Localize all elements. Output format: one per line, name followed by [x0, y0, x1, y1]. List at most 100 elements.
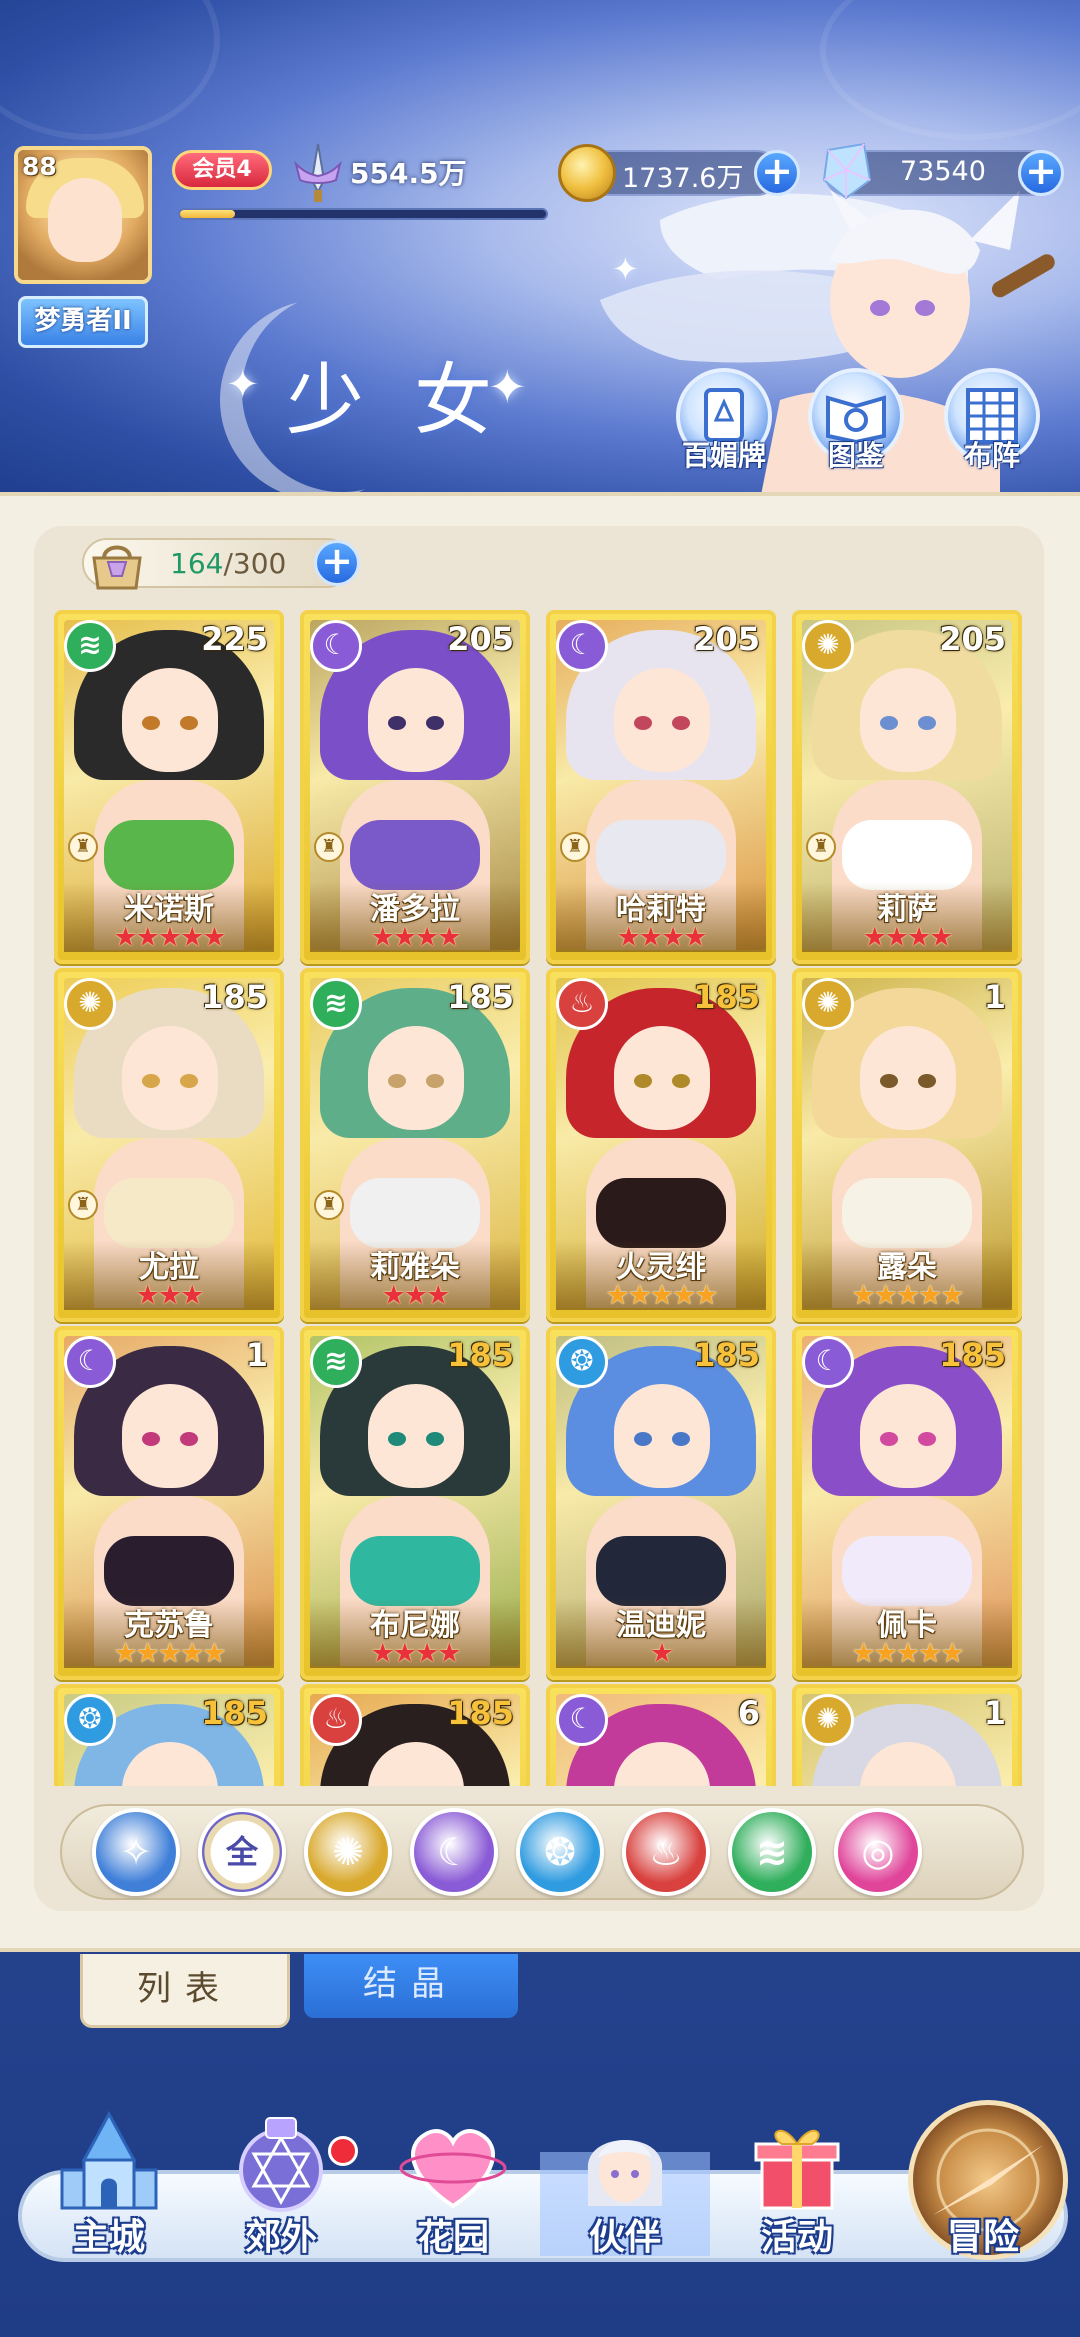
nav-main-city[interactable]: 主城 — [24, 2110, 194, 2260]
portrait-outfit — [104, 1536, 234, 1606]
nav-partners[interactable]: 伙伴 — [540, 2110, 710, 2260]
star-icon: ★ — [113, 1638, 137, 1669]
partner-card[interactable]: ❂ 185 温迪妮 ★ — [546, 1326, 776, 1680]
portrait-face — [614, 668, 710, 772]
power-progress-fill — [180, 210, 235, 218]
gem-amount: 73540 — [900, 156, 986, 187]
star-icon: ★ — [403, 1280, 428, 1311]
star-icon: ★ — [157, 1280, 182, 1311]
star-icon: ★ — [661, 922, 685, 953]
partner-level: 185 — [447, 1336, 514, 1374]
expand-capacity-button[interactable]: + — [314, 540, 360, 586]
star-rating: ★★★★ — [304, 1638, 526, 1669]
partner-card[interactable]: ☾ 6 — [546, 1684, 776, 1786]
partner-card[interactable]: ✺ 1 露朵 ★★★★★ — [792, 968, 1022, 1322]
partner-card[interactable]: ≋ 225 ♜ 米诺斯 ★★★★★ — [54, 610, 284, 964]
partner-card[interactable]: ≋ 185 ♜ 莉雅朵 ★★★ — [300, 968, 530, 1322]
heart-garden-icon — [399, 2129, 507, 2209]
partner-card[interactable]: ♨ 185 — [300, 1684, 530, 1786]
sparkle-icon: ✦ — [612, 250, 639, 288]
filter-all-button[interactable]: 全 — [198, 1808, 286, 1896]
player-level: 88 — [22, 152, 57, 181]
nav-garden[interactable]: 花园 — [368, 2110, 538, 2260]
star-icon: ★ — [370, 922, 395, 953]
star-icon: ★ — [918, 1280, 942, 1311]
partner-card[interactable]: ♨ 185 火灵绯 ★★★★★ — [546, 968, 776, 1322]
portrait-eye — [142, 716, 160, 730]
filter-sun-button[interactable]: ✺ — [304, 1808, 392, 1896]
sun-element-icon: ✺ — [64, 978, 116, 1030]
star-icon: ★ — [437, 922, 461, 953]
star-icon: ★ — [180, 1280, 204, 1311]
portrait-outfit — [842, 1536, 972, 1606]
avatar-face — [48, 178, 122, 262]
portrait-eye — [388, 1432, 406, 1446]
star-icon: ★ — [940, 1638, 964, 1669]
partner-card[interactable]: ❂ 185 — [54, 1684, 284, 1786]
partner-card[interactable]: ✺ 205 ♜ 莉萨 ★★★★ — [792, 610, 1022, 964]
star-icon: ★ — [873, 1280, 898, 1311]
filter-moon-button[interactable]: ☾ — [410, 1808, 498, 1896]
star-icon: ★ — [202, 1638, 226, 1669]
portrait-outfit — [596, 1178, 726, 1248]
partner-card[interactable]: ☾ 185 佩卡 ★★★★★ — [792, 1326, 1022, 1680]
portrait-outfit — [842, 1178, 972, 1248]
filter-special-button[interactable]: ◎ — [834, 1808, 922, 1896]
star-icon: ★ — [113, 922, 137, 953]
collapse-chevron-icon: ✧ — [120, 1830, 152, 1874]
filter-wind-button[interactable]: ≋ — [728, 1808, 816, 1896]
partner-card[interactable]: ≋ 185 布尼娜 ★★★★ — [300, 1326, 530, 1680]
tab-crystal[interactable]: 结晶 — [304, 1954, 518, 2018]
filter-fire-button[interactable]: ♨ — [622, 1808, 710, 1896]
locked-icon: ♜ — [314, 832, 344, 862]
filter-water-button[interactable]: ❂ — [516, 1808, 604, 1896]
portrait-outfit — [350, 1536, 480, 1606]
portrait-eye — [388, 716, 406, 730]
partner-card[interactable]: ☾ 205 ♜ 潘多拉 ★★★★ — [300, 610, 530, 964]
partner-portrait-icon — [587, 2140, 663, 2206]
moon-element-icon: ☾ — [64, 1336, 116, 1388]
portrait-outfit — [596, 1536, 726, 1606]
partner-level: 225 — [201, 620, 268, 658]
water-element-icon: ❂ — [64, 1694, 116, 1746]
partner-level: 185 — [201, 978, 268, 1016]
star-icon: ★ — [392, 1638, 417, 1669]
star-icon: ★ — [895, 1280, 920, 1311]
add-gold-button[interactable]: + — [754, 150, 800, 196]
tab-list[interactable]: 列表 — [80, 1954, 290, 2028]
star-rating: ★★★★ — [796, 922, 1018, 953]
portrait-eye — [634, 716, 652, 730]
star-icon: ★ — [426, 1280, 450, 1311]
nav-events[interactable]: 活动 — [712, 2110, 882, 2260]
star-icon: ★ — [862, 922, 887, 953]
partner-card[interactable]: ☾ 205 ♜ 哈莉特 ★★★★ — [546, 610, 776, 964]
magic-circle-icon — [239, 2117, 323, 2212]
special-element-icon: ◎ — [861, 1830, 895, 1874]
player-nickname[interactable]: 梦勇者II — [18, 296, 148, 348]
partner-card[interactable]: ✺ 1 — [792, 1684, 1022, 1786]
vip-badge[interactable]: 会员4 — [172, 150, 272, 190]
portrait-face — [614, 1384, 710, 1488]
nav-outskirts[interactable]: 郊外 — [196, 2110, 366, 2260]
portrait-eye — [672, 1074, 690, 1088]
partner-level: 185 — [201, 1694, 268, 1732]
star-icon: ★ — [392, 922, 417, 953]
partner-card[interactable]: ☾ 1 克苏鲁 ★★★★★ — [54, 1326, 284, 1680]
star-icon: ★ — [940, 1280, 964, 1311]
add-gem-button[interactable]: + — [1018, 150, 1064, 196]
portrait-eye — [672, 716, 690, 730]
star-icon: ★ — [202, 922, 226, 953]
fire-element-icon: ♨ — [556, 978, 608, 1030]
portrait-outfit — [842, 820, 972, 890]
portrait-face — [368, 1384, 464, 1488]
partner-level: 185 — [447, 978, 514, 1016]
partner-level: 185 — [447, 1694, 514, 1732]
star-icon: ★ — [437, 1638, 461, 1669]
partner-card-grid: ≋ 225 ♜ 米诺斯 ★★★★★ ☾ 205 ♜ 潘多拉 ★★★★ ☾ 205 ♜ 哈莉特 ★★★★ ✺ 20… — [50, 610, 1030, 1786]
partner-card[interactable]: ✺ 185 ♜ 尤拉 ★★★ — [54, 968, 284, 1322]
filter-collapse-button[interactable]: ✧ — [92, 1808, 180, 1896]
combat-power-value: 554.5万 — [350, 157, 467, 190]
portrait-eye — [880, 1074, 898, 1088]
capacity-current: 164 — [170, 547, 224, 580]
sun-element-icon: ✺ — [332, 1830, 364, 1874]
